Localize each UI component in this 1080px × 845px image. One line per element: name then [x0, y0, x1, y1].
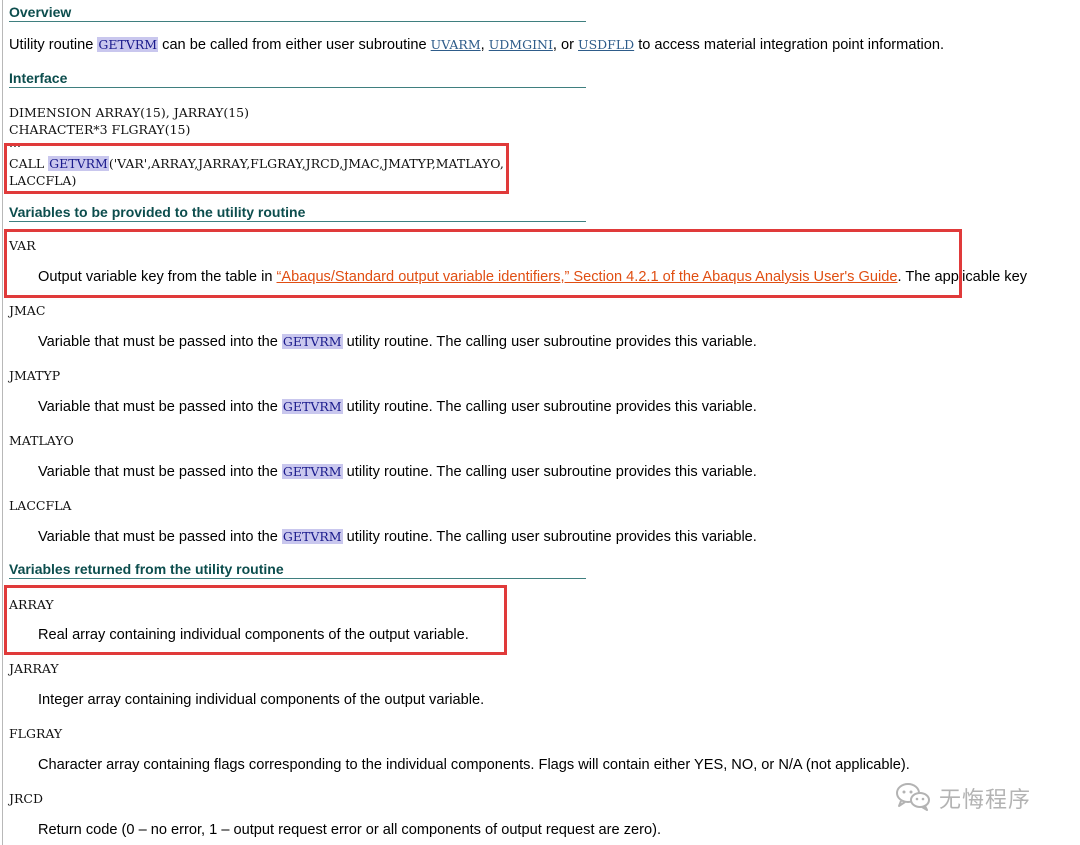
- overview-text: Utility routine: [9, 37, 98, 53]
- interface-line-dimension: DIMENSION ARRAY(15), JARRAY(15): [9, 105, 250, 120]
- matlayo-name: MATLAYO: [9, 433, 74, 448]
- udmgini-link[interactable]: UDMGINI: [489, 37, 553, 52]
- routine-highlight: GETVRM: [281, 529, 343, 544]
- overview-text: can be called from either user subroutin…: [158, 37, 431, 53]
- page-left-border: [2, 0, 3, 845]
- description-text: utility routine. The calling user subrou…: [342, 334, 757, 350]
- flgray-name: FLGRAY: [9, 726, 63, 741]
- interface-line-character: CHARACTER*3 FLGRAY(15): [9, 122, 191, 137]
- description-text: utility routine. The calling user subrou…: [342, 399, 757, 415]
- separator: ,: [480, 37, 489, 53]
- array-annotation-box: [4, 585, 507, 655]
- provided-heading: Variables to be provided to the utility …: [9, 204, 586, 222]
- watermark: 无悔程序: [895, 782, 1031, 814]
- usdfld-link[interactable]: USDFLD: [578, 37, 634, 52]
- flgray-description: Character array containing flags corresp…: [38, 757, 910, 773]
- jarray-description: Integer array containing individual comp…: [38, 692, 485, 708]
- jmatyp-description: Variable that must be passed into the GE…: [38, 398, 757, 416]
- description-text: utility routine. The calling user subrou…: [342, 529, 757, 545]
- jrcd-description: Return code (0 – no error, 1 – output re…: [38, 822, 662, 838]
- separator: , or: [552, 37, 579, 53]
- overview-heading: Overview: [9, 4, 586, 22]
- jarray-name: JARRAY: [9, 661, 59, 676]
- description-text: Variable that must be passed into the: [38, 399, 282, 415]
- description-text: Variable that must be passed into the: [38, 529, 282, 545]
- jmatyp-name: JMATYP: [9, 368, 61, 383]
- call-annotation-box: [4, 143, 509, 194]
- overview-text: to access material integration point inf…: [634, 37, 945, 53]
- watermark-text: 无悔程序: [939, 788, 1032, 813]
- routine-highlight: GETVRM: [281, 464, 343, 479]
- jmac-description: Variable that must be passed into the GE…: [38, 333, 757, 351]
- laccfla-description: Variable that must be passed into the GE…: [38, 528, 757, 546]
- laccfla-name: LACCFLA: [9, 498, 72, 513]
- uvarm-link[interactable]: UVARM: [431, 37, 481, 52]
- routine-highlight: GETVRM: [281, 334, 343, 349]
- jmac-name: JMAC: [9, 303, 46, 318]
- interface-heading: Interface: [9, 70, 586, 88]
- overview-paragraph: Utility routine GETVRM can be called fro…: [9, 36, 944, 54]
- wechat-icon: [895, 781, 931, 816]
- routine-highlight: GETVRM: [281, 399, 343, 414]
- routine-highlight: GETVRM: [97, 37, 159, 52]
- var-annotation-box: [4, 229, 962, 298]
- description-text: Variable that must be passed into the: [38, 334, 282, 350]
- description-text: utility routine. The calling user subrou…: [342, 464, 757, 480]
- jrcd-name: JRCD: [9, 791, 44, 806]
- matlayo-description: Variable that must be passed into the GE…: [38, 463, 757, 481]
- returned-heading: Variables returned from the utility rout…: [9, 561, 586, 579]
- description-text: Variable that must be passed into the: [38, 464, 282, 480]
